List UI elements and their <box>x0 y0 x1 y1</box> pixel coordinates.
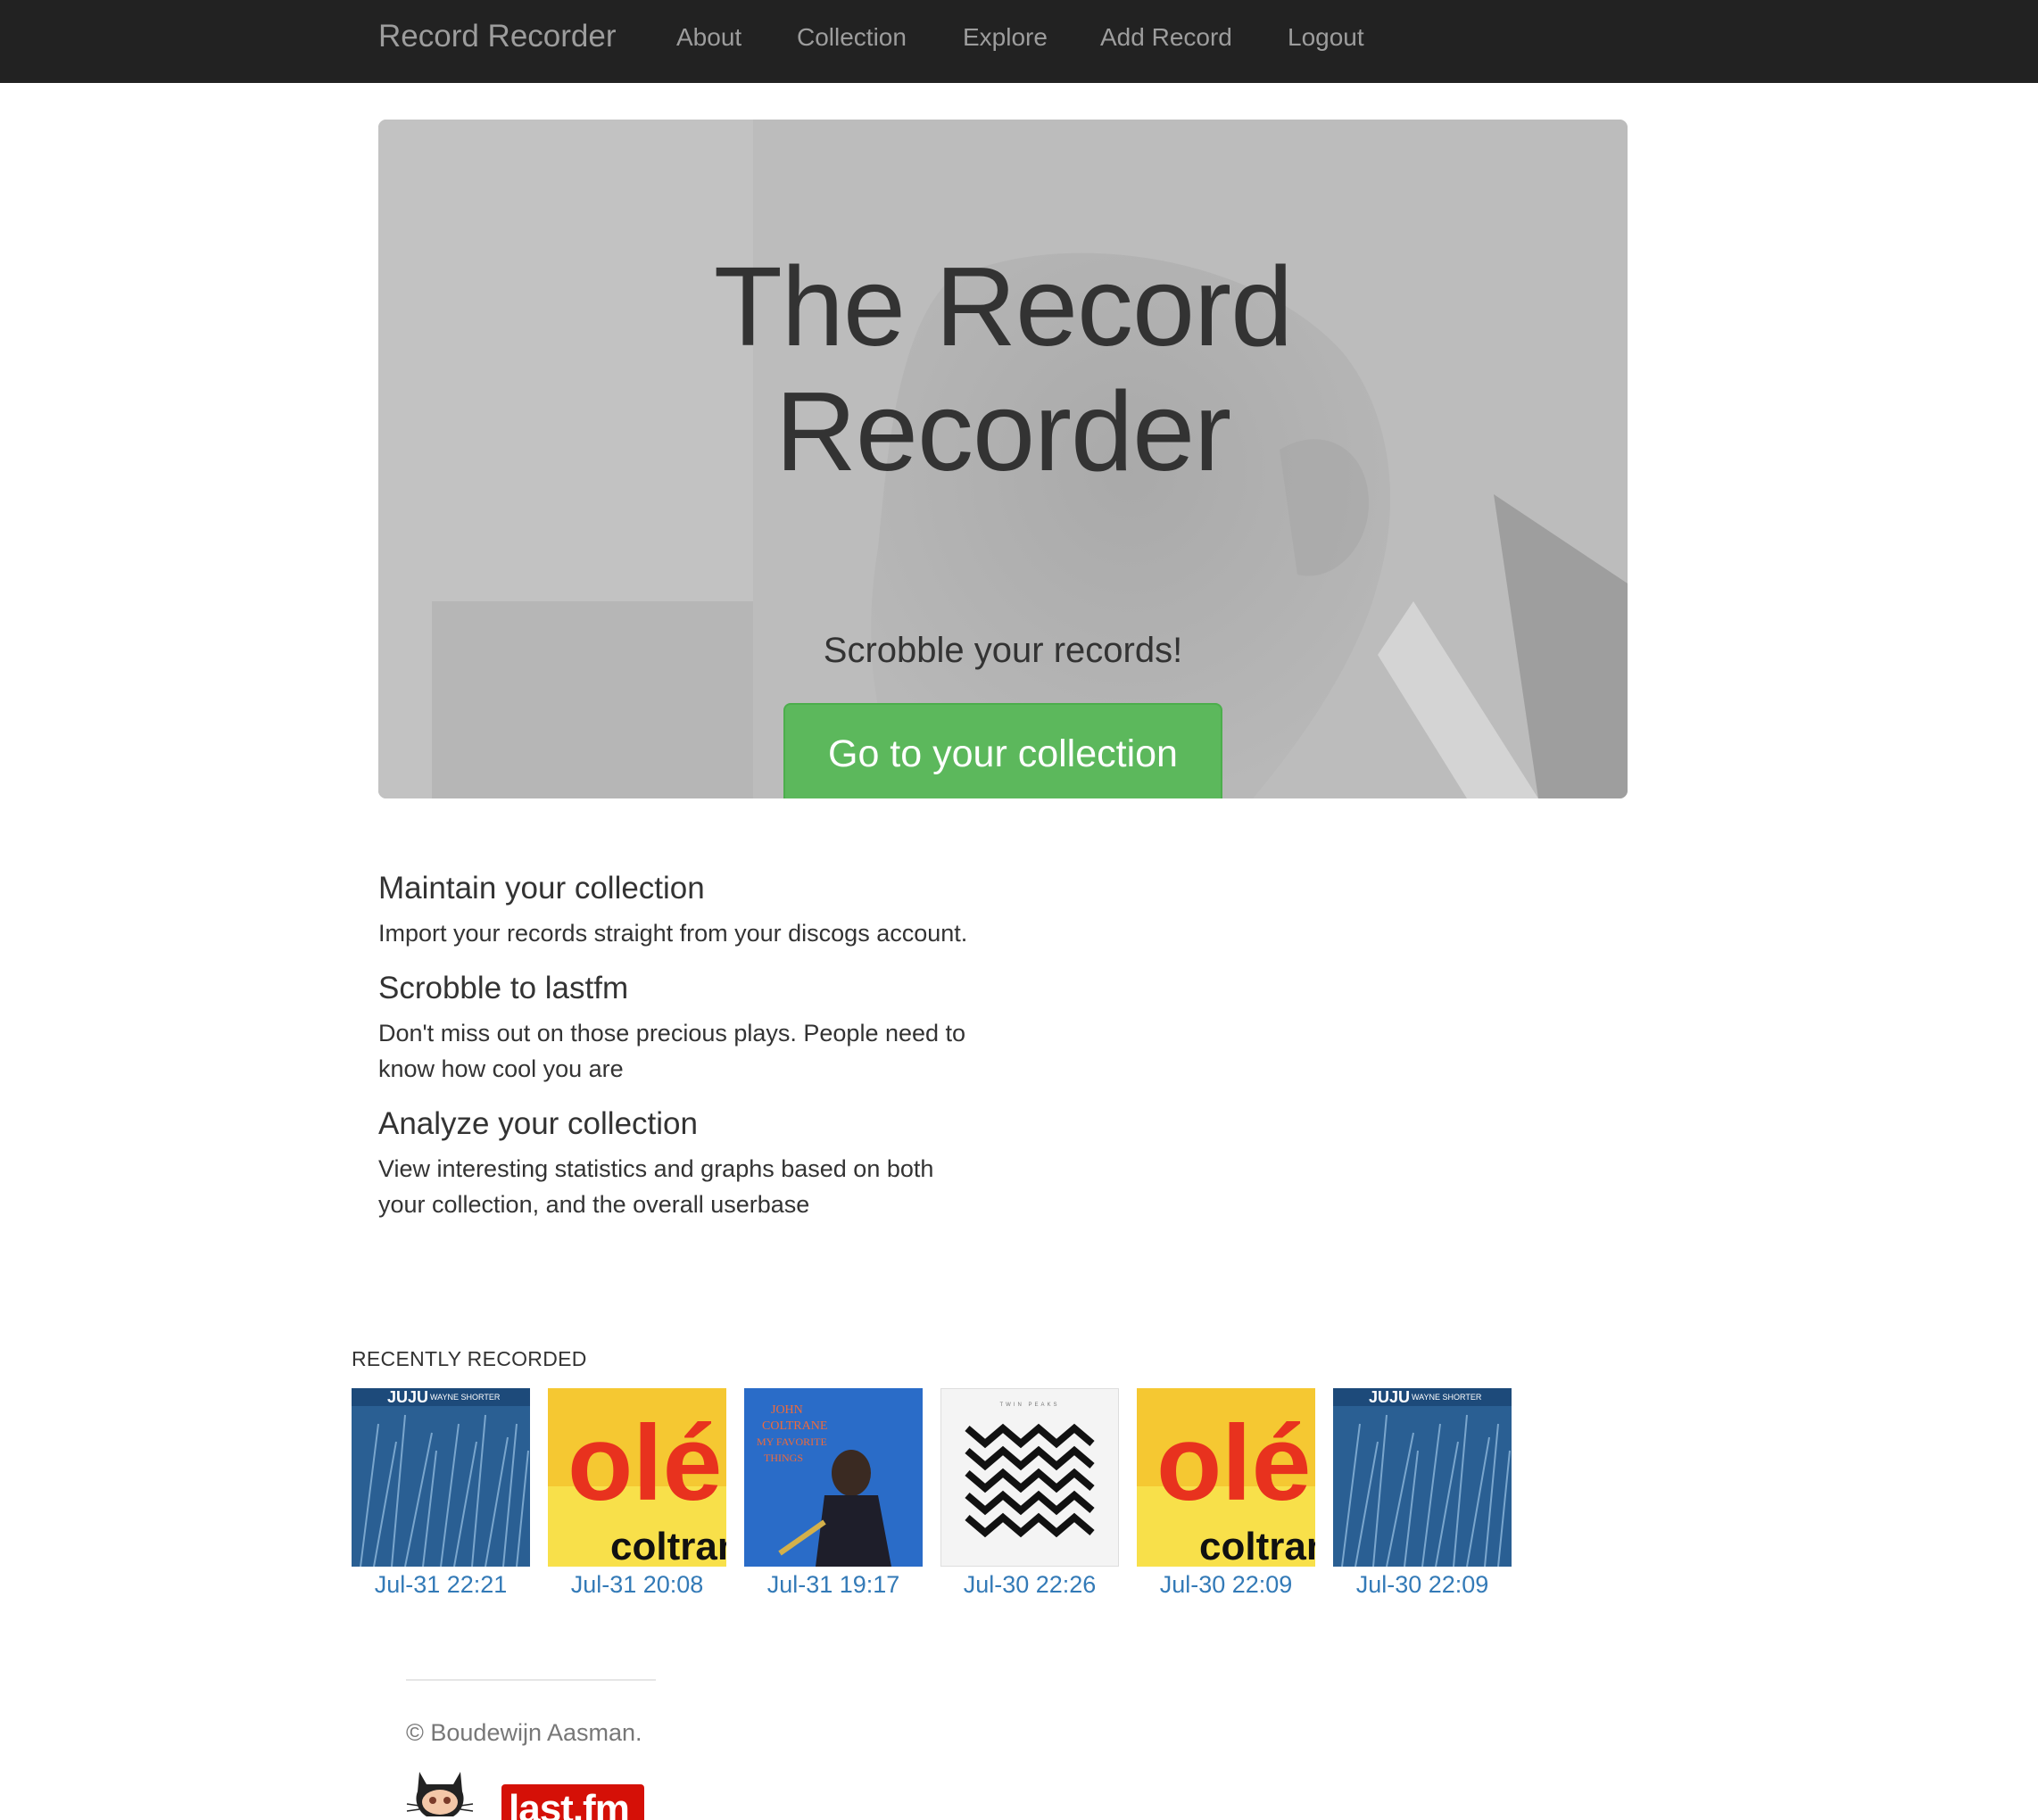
svg-text:JUJU: JUJU <box>1369 1388 1410 1406</box>
feature-heading-maintain: Maintain your collection <box>378 871 705 906</box>
recent-record-item[interactable]: TWIN PEAKS Jul-30 22:26 <box>940 1388 1119 1602</box>
recent-record-item[interactable]: olé coltrane Jul-31 20:08 <box>548 1388 726 1602</box>
record-date-link[interactable]: Jul-30 22:26 <box>940 1567 1119 1602</box>
lastfm-logo-text: last.fm <box>509 1787 630 1820</box>
svg-text:THINGS: THINGS <box>764 1452 803 1464</box>
svg-text:olé: olé <box>1156 1403 1311 1523</box>
lastfm-logo[interactable]: last.fm <box>501 1784 644 1820</box>
recently-recorded-title: RECENTLY RECORDED <box>352 1347 587 1370</box>
recent-record-item[interactable]: JOHN COLTRANE MY FAVORITE THINGS Jul-31 … <box>744 1388 923 1602</box>
svg-text:JUJU: JUJU <box>387 1388 428 1406</box>
svg-text:coltrane: coltrane <box>610 1525 726 1567</box>
nav-explore[interactable]: Explore <box>963 21 1048 54</box>
recent-record-item[interactable]: olé coltrane Jul-30 22:09 <box>1137 1388 1315 1602</box>
album-cover-ole-coltrane[interactable]: olé coltrane <box>548 1388 726 1567</box>
hero-title-line2: Recorder <box>775 368 1231 494</box>
album-cover-juju[interactable]: JUJU WAYNE SHORTER <box>1333 1388 1512 1567</box>
svg-text:MY FAVORITE: MY FAVORITE <box>757 1435 827 1448</box>
recent-record-item[interactable]: JUJU WAYNE SHORTER Jul-31 22:21 <box>352 1388 530 1602</box>
brand-link[interactable]: Record Recorder <box>378 18 617 55</box>
nav-collection[interactable]: Collection <box>797 21 907 54</box>
svg-text:olé: olé <box>567 1403 722 1523</box>
footer-divider <box>406 1679 656 1681</box>
github-octocat-icon[interactable] <box>403 1765 476 1820</box>
nav-logout[interactable]: Logout <box>1288 21 1364 54</box>
svg-text:COLTRANE: COLTRANE <box>762 1419 827 1433</box>
svg-text:TWIN PEAKS: TWIN PEAKS <box>999 1402 1059 1408</box>
nav-about[interactable]: About <box>676 21 741 54</box>
album-cover-juju[interactable]: JUJU WAYNE SHORTER <box>352 1388 530 1567</box>
album-cover-ole-coltrane[interactable]: olé coltrane <box>1137 1388 1315 1567</box>
record-date-link[interactable]: Jul-31 22:21 <box>352 1567 530 1602</box>
record-date-link[interactable]: Jul-30 22:09 <box>1333 1567 1512 1602</box>
feature-text-analyze: View interesting statistics and graphs b… <box>378 1155 934 1218</box>
hero-title-line1: The Record <box>713 244 1293 369</box>
features-section: Maintain your collection Import your rec… <box>378 865 985 1237</box>
svg-text:JOHN: JOHN <box>771 1403 803 1417</box>
nav-add-record[interactable]: Add Record <box>1100 21 1232 54</box>
go-to-collection-button[interactable]: Go to your collection <box>783 703 1222 798</box>
feature-text-scrobble: Don't miss out on those precious plays. … <box>378 1020 966 1082</box>
svg-text:WAYNE SHORTER: WAYNE SHORTER <box>430 1393 501 1402</box>
record-date-link[interactable]: Jul-31 20:08 <box>548 1567 726 1602</box>
top-navbar: Record Recorder About Collection Explore… <box>0 0 2038 83</box>
feature-heading-scrobble: Scrobble to lastfm <box>378 971 629 1005</box>
hero-title: The Record Recorder <box>378 244 1628 494</box>
record-date-link[interactable]: Jul-30 22:09 <box>1137 1567 1315 1602</box>
svg-text:WAYNE SHORTER: WAYNE SHORTER <box>1412 1393 1482 1402</box>
album-cover-twin-peaks[interactable]: TWIN PEAKS <box>940 1388 1119 1567</box>
copyright-text: © Boudewijn Aasman. <box>406 1719 642 1746</box>
album-cover-my-favorite-things[interactable]: JOHN COLTRANE MY FAVORITE THINGS <box>744 1388 923 1567</box>
recent-record-item[interactable]: JUJU WAYNE SHORTER Jul-30 22:09 <box>1333 1388 1512 1602</box>
svg-text:coltrane: coltrane <box>1199 1525 1315 1567</box>
record-date-link[interactable]: Jul-31 19:17 <box>744 1567 923 1602</box>
feature-heading-analyze: Analyze your collection <box>378 1106 698 1141</box>
feature-text-maintain: Import your records straight from your d… <box>378 920 968 947</box>
hero-subtitle: Scrobble your records! <box>823 631 1183 670</box>
hero-jumbotron: The Record Recorder Scrobble your record… <box>378 120 1628 798</box>
